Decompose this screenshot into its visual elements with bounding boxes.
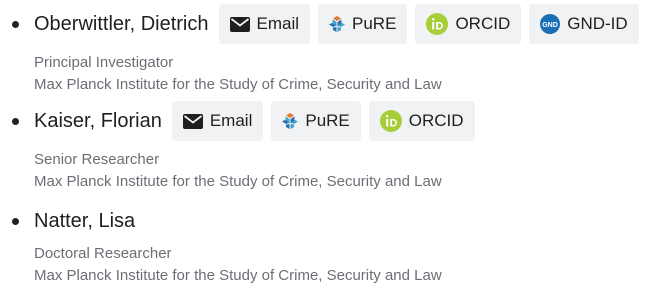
person-role: Senior Researcher (34, 151, 160, 168)
gnd-icon: GND (540, 14, 561, 34)
gnd-id-button[interactable]: GND GND-ID (529, 4, 639, 44)
people-list: Oberwittler, Dietrich Email PuRE ORCID G… (0, 0, 653, 299)
email-button[interactable]: Email (171, 101, 264, 141)
orcid-icon (379, 110, 402, 132)
email-label: Email (256, 14, 300, 33)
pure-label: PuRE (305, 111, 350, 130)
orcid-button[interactable]: ORCID (415, 4, 522, 44)
gnd-id-label: GND-ID (567, 14, 628, 33)
person-name: Natter, Lisa (34, 209, 136, 232)
person-institution: Max Planck Institute for the Study of Cr… (34, 76, 442, 93)
envelope-icon (182, 113, 203, 129)
bullet (12, 21, 19, 28)
bullet (12, 118, 19, 125)
orcid-label: ORCID (455, 14, 511, 33)
person-role: Principal Investigator (34, 54, 174, 71)
pure-button[interactable]: PuRE (318, 4, 408, 44)
bullet (12, 218, 19, 225)
person-name: Kaiser, Florian (34, 109, 162, 132)
person-item: Oberwittler, Dietrich Email PuRE ORCID G… (0, 0, 653, 100)
email-button[interactable]: Email (218, 4, 311, 44)
pure-logo-icon (282, 113, 299, 129)
person-headline: Oberwittler, Dietrich Email PuRE ORCID G… (34, 3, 653, 45)
orcid-button[interactable]: ORCID (368, 101, 475, 141)
person-item: Natter, Lisa Doctoral Researcher Max Pla… (0, 200, 653, 299)
person-institution: Max Planck Institute for the Study of Cr… (34, 267, 442, 284)
person-role: Doctoral Researcher (34, 245, 172, 262)
person-name: Oberwittler, Dietrich (34, 12, 209, 35)
pure-button[interactable]: PuRE (271, 101, 361, 141)
email-label: Email (209, 111, 253, 130)
pure-label: PuRE (352, 14, 397, 33)
envelope-icon (229, 16, 250, 32)
svg-text:GND: GND (542, 22, 558, 29)
person-headline: Kaiser, Florian Email PuRE ORCID (34, 100, 653, 142)
orcid-label: ORCID (408, 111, 464, 130)
person-headline: Natter, Lisa (34, 200, 653, 242)
orcid-icon (426, 13, 449, 35)
person-item: Kaiser, Florian Email PuRE ORCID Senior … (0, 100, 653, 200)
pure-logo-icon (329, 16, 346, 32)
person-institution: Max Planck Institute for the Study of Cr… (34, 173, 442, 190)
